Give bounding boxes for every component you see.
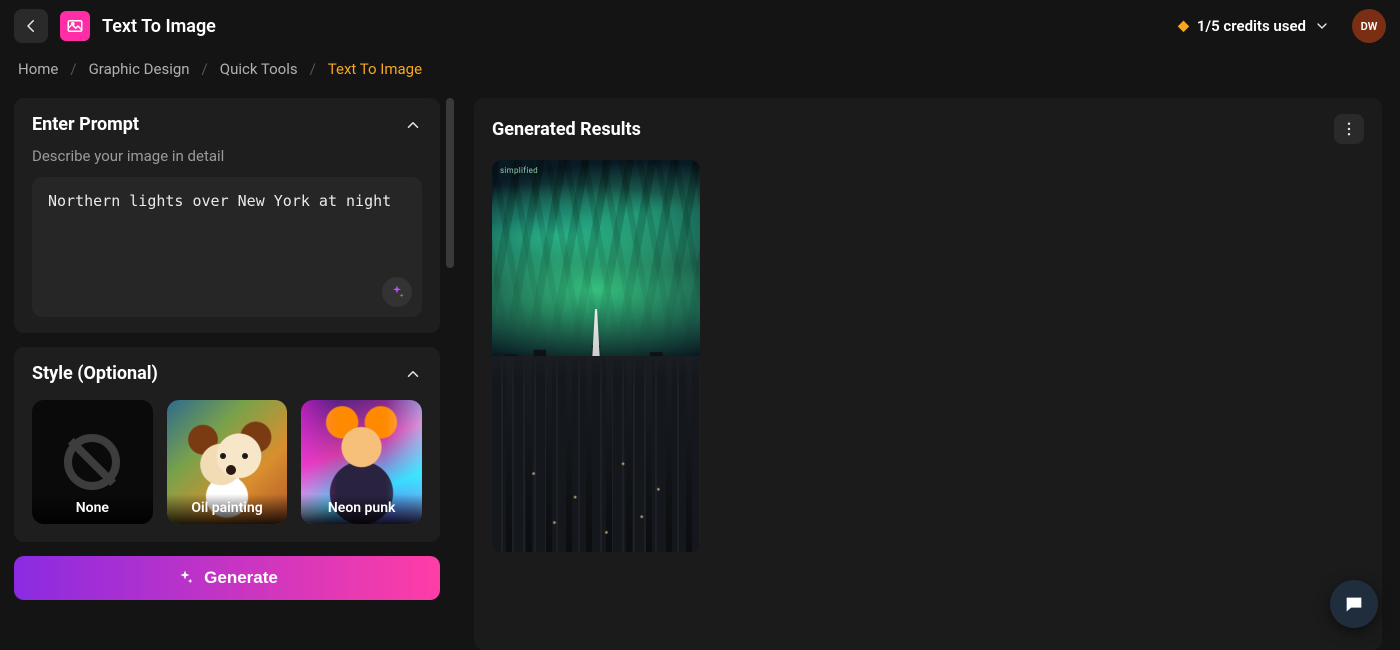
app-logo	[60, 11, 90, 41]
credits-dropdown[interactable]: ◆ 1/5 credits used	[1178, 17, 1330, 35]
chevron-down-icon	[1314, 18, 1330, 34]
breadcrumb-current: Text To Image	[328, 60, 422, 78]
results-title: Generated Results	[492, 119, 641, 140]
prompt-panel: Enter Prompt Describe your image in deta…	[14, 98, 440, 333]
avatar[interactable]: DW	[1352, 9, 1386, 43]
page-title: Text To Image	[102, 16, 216, 37]
left-panel: Enter Prompt Describe your image in deta…	[14, 98, 454, 650]
style-option-label: Oil painting	[167, 494, 288, 524]
sparkle-icon	[389, 284, 405, 300]
top-bar: Text To Image ◆ 1/5 credits used DW	[0, 0, 1400, 52]
breadcrumb: Home / Graphic Design / Quick Tools / Te…	[0, 52, 1400, 86]
diamond-icon: ◆	[1178, 18, 1189, 34]
prompt-box	[32, 177, 422, 317]
generate-label: Generate	[204, 568, 278, 588]
credits-label: 1/5 credits used	[1197, 17, 1306, 35]
breadcrumb-quick-tools[interactable]: Quick Tools	[220, 60, 298, 78]
prompt-subtext: Describe your image in detail	[32, 147, 422, 165]
breadcrumb-home[interactable]: Home	[18, 60, 58, 78]
enhance-prompt-button[interactable]	[382, 277, 412, 307]
breadcrumb-separator: /	[70, 60, 76, 78]
generated-image: simplified	[492, 160, 700, 552]
result-image[interactable]: simplified	[492, 160, 700, 552]
results-panel: Generated Results simplified	[474, 98, 1382, 650]
help-chat-button[interactable]	[1330, 580, 1378, 628]
style-option-neon-punk[interactable]: Neon punk	[301, 400, 422, 524]
style-panel-title: Style (Optional)	[32, 363, 158, 384]
none-icon	[64, 434, 120, 490]
results-menu-button[interactable]	[1334, 114, 1364, 144]
style-option-label: None	[32, 494, 153, 524]
prompt-panel-header[interactable]: Enter Prompt	[32, 114, 422, 135]
chat-icon	[1343, 593, 1365, 615]
watermark: simplified	[500, 166, 538, 175]
kebab-icon	[1340, 120, 1358, 138]
breadcrumb-separator: /	[310, 60, 316, 78]
style-option-label: Neon punk	[301, 494, 422, 524]
prompt-panel-title: Enter Prompt	[32, 114, 139, 135]
generate-button[interactable]: Generate	[14, 556, 440, 600]
image-icon	[66, 17, 84, 35]
style-option-none[interactable]: None	[32, 400, 153, 524]
chevron-up-icon	[404, 116, 422, 134]
left-scrollbar[interactable]	[446, 98, 454, 650]
style-option-oil-painting[interactable]: Oil painting	[167, 400, 288, 524]
prompt-input[interactable]	[48, 191, 406, 281]
arrow-left-icon	[22, 17, 40, 35]
chevron-up-icon	[404, 365, 422, 383]
style-panel-header[interactable]: Style (Optional)	[32, 363, 422, 384]
breadcrumb-graphic-design[interactable]: Graphic Design	[89, 60, 190, 78]
back-button[interactable]	[14, 9, 48, 43]
scrollbar-thumb[interactable]	[446, 98, 454, 268]
sparkle-icon	[176, 569, 194, 587]
breadcrumb-separator: /	[202, 60, 208, 78]
style-panel: Style (Optional) None Oil painting Neon …	[14, 347, 440, 542]
